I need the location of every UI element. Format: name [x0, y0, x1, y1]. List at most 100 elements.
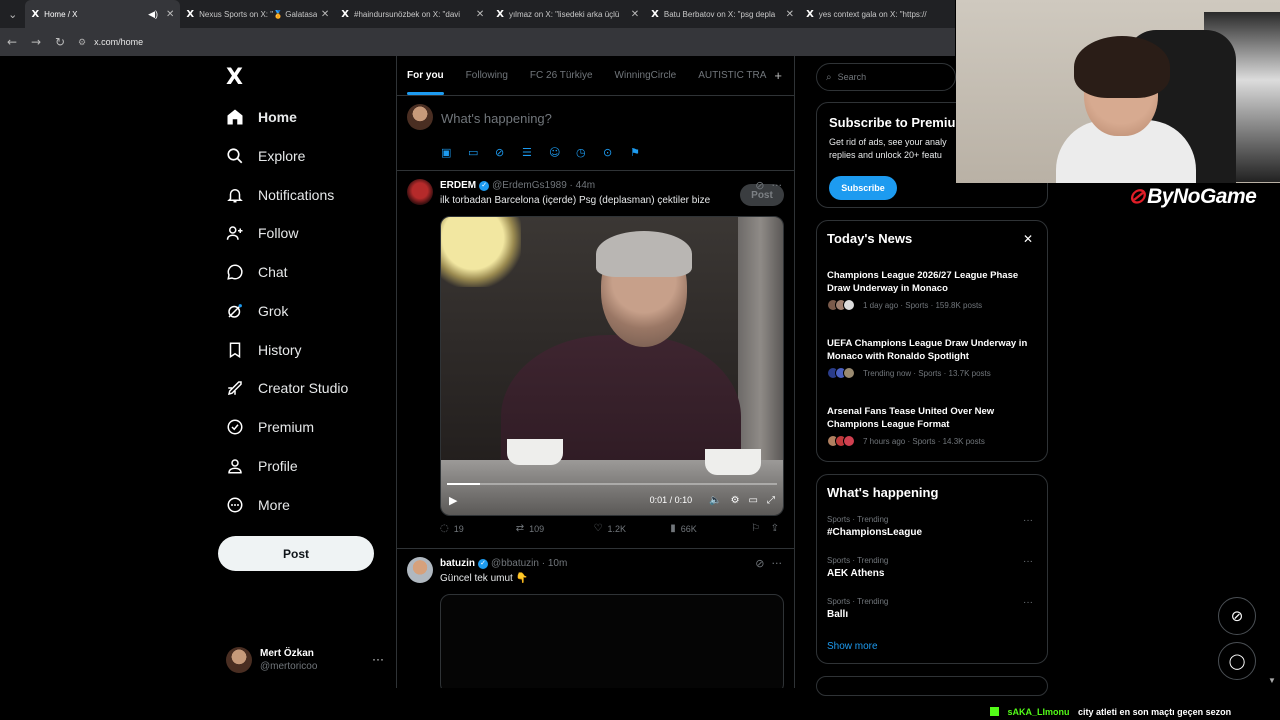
sidebar-item-profile[interactable]: Profile [226, 451, 298, 481]
poll-icon[interactable]: ☰ [522, 146, 549, 159]
browser-tab[interactable]: X yes context gala on X: "https:// [800, 0, 955, 28]
browser-tab[interactable]: X Batu Berbatov on X: "psg depla ✕ [645, 0, 800, 28]
chat-floating-button[interactable]: ◯ [1218, 642, 1256, 680]
tab-fc26-turkiye[interactable]: FC 26 Türkiye [530, 70, 593, 81]
sidebar-item-more[interactable]: More [226, 490, 290, 520]
views-button[interactable]: ▮ 66K [670, 523, 751, 534]
tweet[interactable]: batuzin ✓ @bbatuzin · 10m ⊘ ··· Güncel t… [397, 549, 794, 688]
sidebar-item-follow[interactable]: Follow [226, 218, 298, 248]
video-curtain [738, 217, 783, 467]
close-tab-icon[interactable]: ✕ [476, 9, 484, 20]
close-tab-icon[interactable]: ✕ [166, 9, 174, 20]
emoji-icon[interactable]: ☺ [549, 146, 576, 159]
tweet-menu[interactable]: ⊘ ··· [755, 557, 782, 570]
forward-icon[interactable]: → [24, 35, 48, 49]
sidebar-item-notifications[interactable]: Notifications [226, 180, 334, 210]
image-icon[interactable]: ▣ [441, 146, 468, 159]
news-item[interactable]: UEFA Champions League Draw Underway in M… [827, 337, 1039, 379]
fullscreen-icon[interactable]: ⤢ [767, 495, 775, 506]
more-dots-icon[interactable]: ··· [1023, 597, 1033, 608]
sidebar-item-chat[interactable]: Chat [226, 257, 288, 287]
chat-message: city atleti en son maçtı geçen sezon [1078, 707, 1232, 717]
tweet-author-handle[interactable]: @bbatuzin [491, 558, 539, 569]
repost-button[interactable]: ⇄ 109 [516, 523, 594, 534]
tweet-time[interactable]: 44m [576, 180, 595, 191]
browser-tab[interactable]: X yılmaz on X: "lisedeki arka üçlü ✕ [490, 0, 645, 28]
tweet-author-name[interactable]: ERDEM [440, 180, 476, 191]
play-icon[interactable]: ▶ [449, 494, 457, 507]
x-logo-icon[interactable]: X [226, 65, 243, 90]
grok-icon[interactable]: ⊘ [495, 146, 522, 159]
tweet-author-handle[interactable]: @ErdemGs1989 [492, 180, 567, 191]
grok-icon[interactable]: ⊘ [755, 557, 764, 570]
grok-icon[interactable]: ⊘ [755, 179, 764, 192]
browser-tab[interactable]: X Nexus Sports on X: "🏅 Galatasa ✕ [180, 0, 335, 28]
browser-tab-bar: ⌄ X Home / X ◀) ✕ X Nexus Sports on X: "… [0, 0, 955, 28]
tab-following[interactable]: Following [466, 70, 508, 81]
sidebar-item-explore[interactable]: Explore [226, 141, 305, 171]
picture-in-picture-icon[interactable]: ▭ [749, 495, 758, 506]
subscribe-button[interactable]: Subscribe [829, 176, 897, 200]
sidebar-item-history[interactable]: History [226, 335, 302, 365]
share-button[interactable]: ⇪ [771, 523, 784, 534]
more-dots-icon[interactable]: ··· [772, 557, 783, 570]
sidebar-item-grok[interactable]: Grok [226, 296, 288, 326]
more-dots-icon[interactable]: ··· [1023, 515, 1033, 526]
scroll-down-arrow-icon[interactable]: ▼ [1268, 676, 1278, 688]
show-more-link[interactable]: Show more [827, 641, 878, 652]
close-tab-icon[interactable]: ✕ [786, 9, 794, 20]
speaker-icon[interactable]: ◀) [148, 9, 158, 20]
webcam-overlay [956, 0, 1280, 183]
avatar[interactable] [407, 179, 433, 205]
video-person-hair [596, 231, 692, 277]
schedule-icon[interactable]: ◷ [576, 146, 603, 159]
sidebar-item-premium[interactable]: Premium [226, 412, 314, 442]
news-item[interactable]: Arsenal Fans Tease United Over New Champ… [827, 405, 1039, 447]
trend-item[interactable]: Sports · Trending Ballı ··· [827, 597, 1039, 620]
flag-icon[interactable]: ⚑ [630, 146, 657, 159]
tweet[interactable]: ERDEM ✓ @ErdemGs1989 · 44m ⊘ ··· ilk tor… [397, 171, 794, 549]
back-icon[interactable]: ← [0, 35, 24, 49]
browser-tab[interactable]: X Home / X ◀) ✕ [25, 0, 181, 28]
search-input[interactable]: ⌕ Search [816, 63, 956, 91]
tweet-time[interactable]: 10m [548, 558, 567, 569]
trend-item[interactable]: Sports · Trending #ChampionsLeague ··· [827, 515, 1039, 538]
close-icon[interactable]: ✕ [1023, 232, 1033, 246]
more-dots-icon[interactable]: ··· [1023, 556, 1033, 567]
tweet-menu[interactable]: ⊘ ··· [755, 179, 782, 192]
tab-winningcircle[interactable]: WinningCircle [615, 70, 677, 81]
bookmark-button[interactable]: ⚐ [751, 523, 771, 534]
tab-search-icon[interactable]: ⌄ [0, 0, 25, 28]
settings-gear-icon[interactable]: ⚙ [731, 495, 740, 506]
trend-item[interactable]: Sports · Trending AEK Athens ··· [827, 556, 1039, 579]
grok-floating-button[interactable]: ⊘ [1218, 597, 1256, 635]
close-tab-icon[interactable]: ✕ [631, 9, 639, 20]
gif-icon[interactable]: ▭ [468, 146, 495, 159]
more-dots-icon[interactable]: ··· [372, 652, 384, 666]
account-switcher[interactable]: Mert Özkan @mertoricoo ··· [226, 642, 396, 678]
more-circle-icon [226, 496, 244, 514]
sidebar-item-home[interactable]: Home [226, 102, 297, 132]
browser-tab[interactable]: X #haindursunözbek on X: "davi ✕ [335, 0, 490, 28]
reply-button[interactable]: ◌ 19 [440, 523, 516, 534]
tab-for-you[interactable]: For you [407, 70, 444, 95]
like-button[interactable]: ♡ 1.2K [594, 523, 671, 534]
close-tab-icon[interactable]: ✕ [321, 9, 329, 20]
compose-input[interactable]: What's happening? [441, 111, 552, 126]
chat-bubble-icon [226, 263, 244, 281]
url-field[interactable]: ⚙ x.com/home [78, 37, 143, 48]
sidebar-item-creator-studio[interactable]: Creator Studio [226, 373, 348, 403]
site-info-icon[interactable]: ⚙ [78, 37, 86, 48]
tweet-video[interactable]: ▶ 0:01 / 0:10 🔈 ⚙ ▭ ⤢ [440, 216, 784, 516]
post-button[interactable]: Post [218, 536, 374, 571]
add-tab-icon[interactable]: + [774, 68, 782, 83]
location-icon[interactable]: ⊙ [603, 146, 630, 159]
tweet-media[interactable] [440, 594, 784, 688]
tweet-author-name[interactable]: batuzin [440, 558, 475, 569]
news-item[interactable]: Champions League 2026/27 League Phase Dr… [827, 269, 1039, 311]
tab-autistic-tra[interactable]: AUTISTIC TRA [698, 70, 766, 81]
volume-icon[interactable]: 🔈 [709, 495, 721, 506]
more-dots-icon[interactable]: ··· [772, 179, 783, 192]
avatar[interactable] [407, 557, 433, 583]
reload-icon[interactable]: ↻ [48, 35, 72, 49]
